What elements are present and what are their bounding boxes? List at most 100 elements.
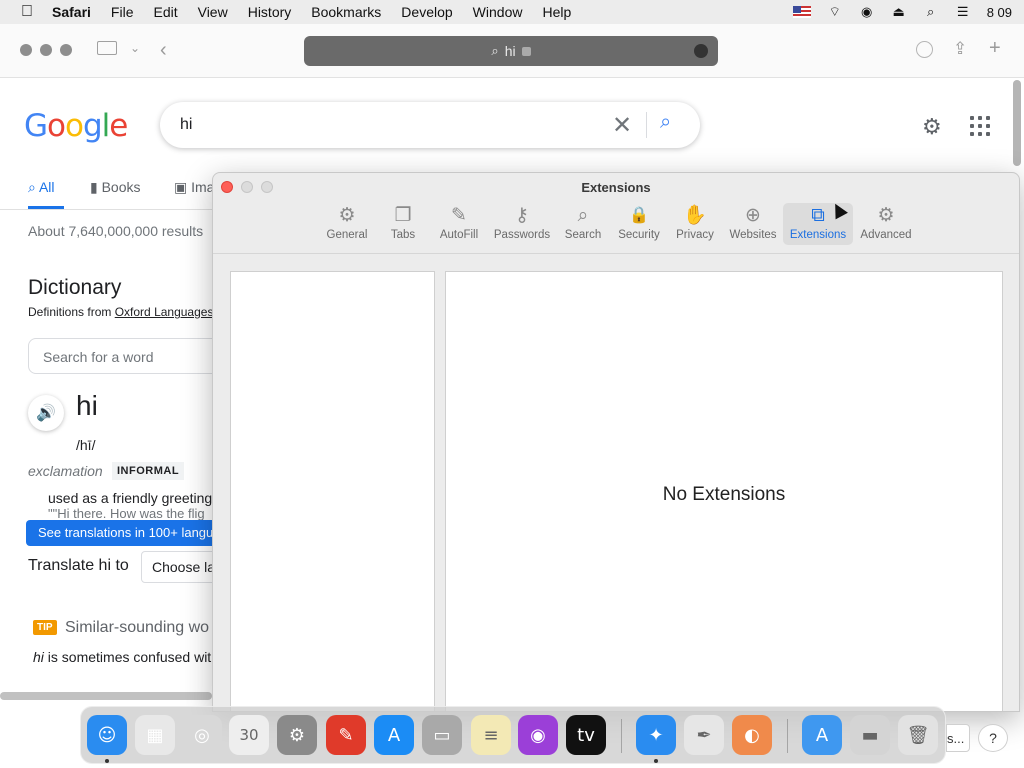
chrome-icon[interactable]: ◎ (182, 715, 222, 755)
translations-button[interactable]: See translations in 100+ langu (26, 520, 226, 546)
stop-loading-icon[interactable] (694, 44, 708, 58)
firefox-icon[interactable]: ◐ (732, 715, 772, 755)
tab-label: Tabs (390, 229, 416, 241)
tab-privacy[interactable]: ✋ Privacy (667, 203, 723, 245)
search-query-text[interactable]: hi (180, 116, 192, 134)
safari-icon[interactable]: ✦ (636, 715, 676, 755)
apple-logo-icon[interactable]:  (16, 3, 38, 21)
menu-history[interactable]: History (248, 4, 292, 20)
chevron-down-icon[interactable]: ⌄ (130, 41, 140, 55)
wifi-icon[interactable]: ⌔ (827, 4, 843, 20)
logo-letter: G (24, 108, 48, 144)
horizontal-scrollbar[interactable] (0, 692, 212, 700)
apps-grid-icon[interactable] (970, 116, 990, 136)
word-search-input[interactable]: Search for a word (28, 338, 228, 374)
launchpad-icon[interactable]: ▦ (135, 715, 175, 755)
clear-search-icon[interactable]: ✕ (612, 111, 632, 139)
finder-icon[interactable]: ☺ (87, 715, 127, 755)
tab-label: Passwords (493, 229, 551, 241)
tab-label: Search (564, 229, 602, 241)
terminal-icon[interactable]: ▭ (422, 715, 462, 755)
help-button[interactable]: ? (978, 724, 1008, 752)
settings-gear-icon[interactable]: ⚙ (922, 114, 942, 140)
definition: used as a friendly greeting (48, 490, 213, 506)
eject-icon[interactable]: ⏏ (891, 4, 907, 20)
tab-tabs[interactable]: ❐ Tabs (377, 203, 429, 245)
running-indicator (105, 759, 109, 763)
window-minimize-button[interactable] (40, 44, 52, 56)
user-icon[interactable]: ◉ (859, 4, 875, 20)
definitions-from-label: Definitions from (28, 305, 112, 319)
globe-icon: ⊕ (745, 204, 761, 226)
tab-images-label: Ima (191, 179, 215, 195)
tab-security[interactable]: 🔒 Security (611, 203, 667, 245)
source-link[interactable]: Oxford Languages (115, 305, 214, 319)
similar-sounding-heading[interactable]: Similar-sounding wo (65, 619, 209, 637)
page-scrollbar[interactable] (1013, 80, 1021, 166)
gears-icon: ⚙ (877, 204, 895, 226)
magnifier-icon: ⌕ (577, 204, 589, 226)
address-bar-text: hi (504, 43, 516, 59)
menu-app-name[interactable]: Safari (52, 4, 91, 20)
no-extensions-message: No Extensions (662, 484, 786, 505)
sidebar-icon[interactable] (97, 41, 117, 55)
flag-us-icon[interactable] (792, 6, 811, 18)
tab-all[interactable]: ⌕ All (28, 179, 55, 196)
logo-letter: g (82, 108, 103, 144)
tab-label: General (326, 229, 368, 241)
tabs-icon: ❐ (394, 204, 412, 226)
google-search-box[interactable]: hi ✕ ⌕ (160, 102, 700, 148)
tab-books[interactable]: ▮ Books (90, 179, 141, 196)
headword: hi (76, 390, 98, 421)
menu-bookmarks[interactable]: Bookmarks (311, 4, 381, 20)
notes-icon[interactable]: ≡ (471, 715, 511, 755)
script-editor-icon[interactable]: ✎ (326, 715, 366, 755)
new-tab-plus-icon[interactable]: + (989, 37, 1001, 60)
disk-icon[interactable]: ▬ (850, 715, 890, 755)
menu-file[interactable]: File (111, 4, 134, 20)
lock-icon: 🔒 (629, 205, 649, 224)
menu-develop[interactable]: Develop (401, 4, 452, 20)
textedit-icon[interactable]: ✒ (684, 715, 724, 755)
key-icon: ⚷ (515, 204, 529, 226)
extensions-list[interactable] (230, 271, 435, 711)
tab-general[interactable]: ⚙ General (317, 203, 377, 245)
tab-autofill[interactable]: ✎ AutoFill (429, 203, 489, 245)
image-icon: ▣ (174, 179, 192, 195)
app-store-folder-icon[interactable]: A (802, 715, 842, 755)
running-indicator (654, 759, 658, 763)
podcasts-icon[interactable]: ◉ (518, 715, 558, 755)
speaker-icon[interactable]: 🔊 (28, 395, 64, 431)
google-logo[interactable]: Google (24, 108, 128, 144)
tab-advanced[interactable]: ⚙ Advanced (853, 203, 919, 245)
results-count: About 7,640,000,000 results (28, 223, 204, 239)
tab-websites[interactable]: ⊕ Websites (723, 203, 783, 245)
tab-images[interactable]: ▣ Ima (174, 179, 214, 196)
share-icon[interactable]: ⇪ (953, 39, 967, 59)
clock[interactable]: 8 09 (987, 5, 1012, 20)
window-zoom-button[interactable] (60, 44, 72, 56)
download-icon[interactable] (916, 41, 933, 58)
trash-icon[interactable]: 🗑 (898, 715, 938, 755)
window-close-button[interactable] (20, 44, 32, 56)
tab-all-label: All (38, 179, 55, 195)
logo-letter: e (109, 108, 128, 144)
tab-search[interactable]: ⌕ Search (555, 203, 611, 245)
tab-passwords[interactable]: ⚷ Passwords (489, 203, 555, 245)
menu-view[interactable]: View (198, 4, 228, 20)
system-preferences-icon[interactable]: ⚙ (277, 715, 317, 755)
prefs-tab-bar: ⚙ General ❐ Tabs ✎ AutoFill ⚷ Passwords ⌕ Sea… (317, 203, 919, 245)
tab-label: AutoFill (439, 229, 479, 241)
menu-window[interactable]: Window (473, 4, 523, 20)
menu-edit[interactable]: Edit (153, 4, 177, 20)
app-store-icon[interactable]: A (374, 715, 414, 755)
calendar-icon[interactable]: 30 (229, 715, 269, 755)
control-center-icon[interactable]: ☰ (955, 4, 971, 20)
search-submit-icon[interactable]: ⌕ (660, 111, 671, 134)
background-button[interactable]: s... (946, 724, 970, 752)
back-arrow-icon[interactable]: ‹ (160, 39, 167, 62)
apple-tv-icon[interactable]: tv (566, 715, 606, 755)
address-bar[interactable]: ⌕ hi (304, 36, 718, 66)
spotlight-search-icon[interactable]: ⌕ (923, 4, 939, 20)
menu-help[interactable]: Help (542, 4, 571, 20)
